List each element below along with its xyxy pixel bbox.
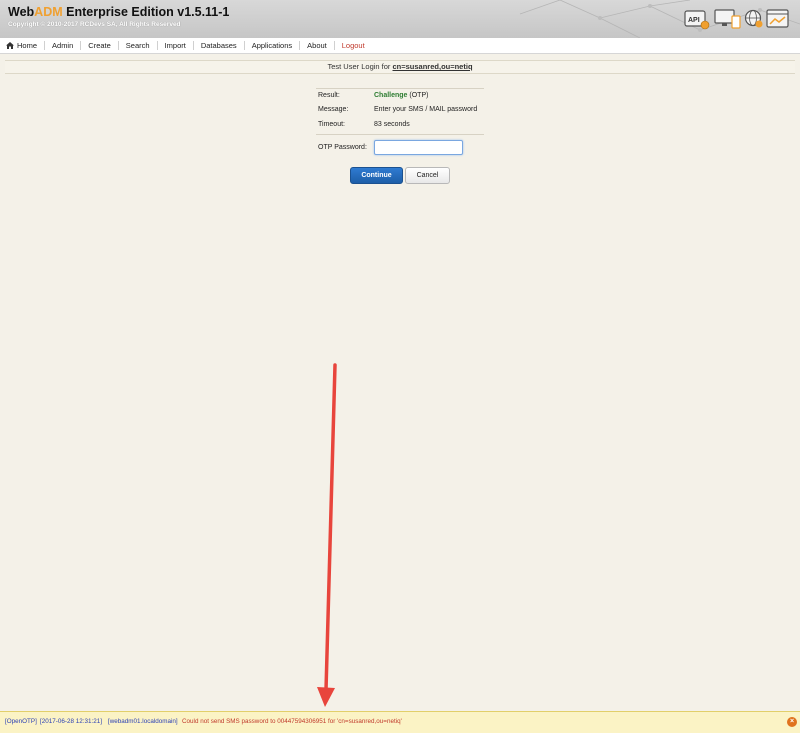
status-source: [OpenOTP] bbox=[5, 718, 37, 725]
cancel-button[interactable]: Cancel bbox=[405, 167, 450, 184]
user-dn: cn=susanred,ou=netiq bbox=[392, 62, 473, 71]
divider-top bbox=[316, 88, 484, 89]
copyright-text: Copyright © 2010-2017 RCDevs SA, All Rig… bbox=[8, 21, 181, 28]
nav-admin[interactable]: Admin bbox=[45, 41, 82, 50]
api-icon[interactable]: API bbox=[684, 8, 710, 30]
result-value: Challenge (OTP) bbox=[374, 92, 429, 99]
continue-button[interactable]: Continue bbox=[350, 167, 403, 184]
result-label: Result: bbox=[318, 92, 340, 99]
otp-password-label: OTP Password: bbox=[318, 144, 367, 151]
nav-logout[interactable]: Logout bbox=[335, 41, 372, 50]
nav-databases[interactable]: Databases bbox=[194, 41, 245, 50]
main-nav: Home Admin Create Search Import Database… bbox=[0, 38, 800, 54]
timeout-label: Timeout: bbox=[318, 121, 345, 128]
close-icon[interactable]: × bbox=[787, 717, 797, 727]
status-message: Could not send SMS password to 004475943… bbox=[182, 718, 402, 725]
status-timestamp: [2017-06-28 12:31:21] bbox=[40, 718, 102, 725]
monitor-devices-icon[interactable] bbox=[714, 8, 742, 30]
app-header: WebADM Enterprise Edition v1.5.11-1 Copy… bbox=[0, 0, 800, 38]
nav-import[interactable]: Import bbox=[158, 41, 194, 50]
timeout-value: 83 seconds bbox=[374, 121, 410, 128]
nav-create[interactable]: Create bbox=[81, 41, 119, 50]
globe-icon[interactable] bbox=[744, 8, 764, 30]
nav-applications[interactable]: Applications bbox=[245, 41, 301, 50]
nav-home[interactable]: Home bbox=[0, 41, 46, 50]
page-title: Test User Login for cn=susanred,ou=netiq bbox=[5, 60, 795, 74]
nav-about[interactable]: About bbox=[300, 41, 335, 50]
svg-text:API: API bbox=[688, 17, 700, 24]
message-value: Enter your SMS / MAIL password bbox=[374, 106, 478, 113]
home-icon bbox=[6, 42, 14, 49]
nav-search[interactable]: Search bbox=[119, 41, 158, 50]
divider-middle bbox=[316, 134, 484, 135]
message-label: Message: bbox=[318, 106, 349, 113]
app-title: WebADM Enterprise Edition v1.5.11-1 bbox=[8, 5, 230, 19]
browser-window-icon[interactable] bbox=[766, 8, 790, 30]
status-host: [webadm01.localdomain] bbox=[108, 718, 178, 725]
result-status: Challenge bbox=[374, 92, 408, 99]
status-bar: [OpenOTP] [2017-06-28 12:31:21] [webadm0… bbox=[0, 711, 800, 733]
otp-password-input[interactable] bbox=[374, 140, 463, 155]
